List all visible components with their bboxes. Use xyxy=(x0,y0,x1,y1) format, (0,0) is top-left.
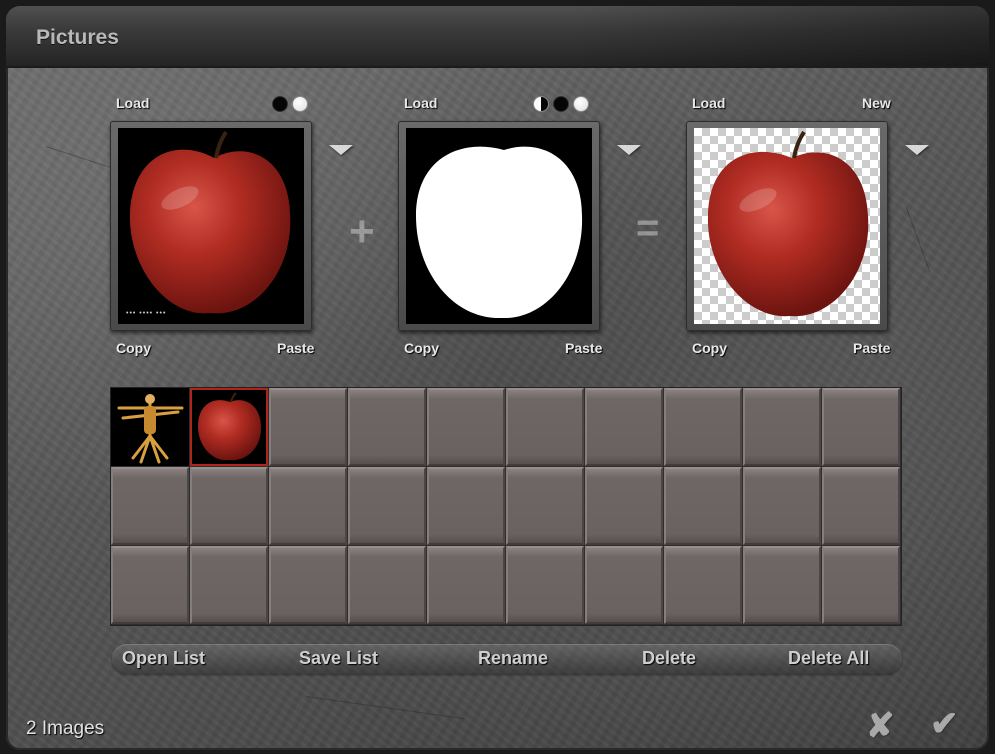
image-list-cell[interactable] xyxy=(427,546,505,624)
title-bar[interactable]: Pictures xyxy=(6,6,989,68)
image-slot-2[interactable] xyxy=(398,121,600,331)
image-list-cell[interactable] xyxy=(348,388,426,466)
slot2-image xyxy=(406,128,592,324)
window-title: Pictures xyxy=(36,26,119,49)
image-list-cell[interactable] xyxy=(506,388,584,466)
vitruvian-man-thumbnail xyxy=(117,394,184,464)
pictures-window: Pictures Load ••• •••• ••• Copy Paste + … xyxy=(6,6,989,750)
equals-icon: = xyxy=(636,206,660,250)
title-bar-shade xyxy=(569,6,989,66)
slot2-black-mode-icon[interactable] xyxy=(553,96,569,112)
image-list-cell[interactable] xyxy=(506,467,584,545)
slot3-image xyxy=(694,128,880,324)
image-list-cell[interactable] xyxy=(664,467,742,545)
image-list-cell[interactable] xyxy=(664,388,742,466)
image-list-cell[interactable] xyxy=(190,546,268,624)
slot1-load-button[interactable]: Load xyxy=(116,95,149,111)
slot2-half-mode-icon[interactable] xyxy=(533,96,549,112)
image-list-cell-1[interactable] xyxy=(111,388,189,466)
apple-mask-image xyxy=(416,146,583,319)
image-list-cell[interactable] xyxy=(269,546,347,624)
slot2-paste-button[interactable]: Paste xyxy=(565,340,602,356)
slot2-dropdown-arrow-icon[interactable] xyxy=(617,145,641,155)
image-slot-3[interactable] xyxy=(686,121,888,331)
slot1-dropdown-arrow-icon[interactable] xyxy=(329,145,353,155)
slot3-paste-button[interactable]: Paste xyxy=(853,340,890,356)
slot3-dropdown-arrow-icon[interactable] xyxy=(905,145,929,155)
image-list-cell[interactable] xyxy=(664,546,742,624)
image-list-grid xyxy=(110,387,902,626)
image-list-cell[interactable] xyxy=(585,388,663,466)
plus-icon: + xyxy=(349,207,375,256)
ok-checkmark-icon[interactable]: ✔ xyxy=(930,704,959,744)
image-list-cell[interactable] xyxy=(585,467,663,545)
slot2-copy-button[interactable]: Copy xyxy=(404,340,439,356)
image-list-cell[interactable] xyxy=(743,546,821,624)
delete-all-button[interactable]: Delete All xyxy=(788,648,869,669)
cancel-icon[interactable]: ✘ xyxy=(866,706,895,746)
save-list-button[interactable]: Save List xyxy=(299,648,378,669)
image-list-cell[interactable] xyxy=(822,546,900,624)
image-list-cell[interactable] xyxy=(111,546,189,624)
image-list-cell[interactable] xyxy=(427,467,505,545)
image-list-cell[interactable] xyxy=(822,388,900,466)
image-list-cell[interactable] xyxy=(585,546,663,624)
image-list-cell[interactable] xyxy=(743,388,821,466)
rename-button[interactable]: Rename xyxy=(478,648,548,669)
slot2-white-mode-icon[interactable] xyxy=(573,96,589,112)
texture-crack xyxy=(905,206,931,273)
slot1-image: ••• •••• ••• xyxy=(118,128,304,324)
delete-button[interactable]: Delete xyxy=(642,648,696,669)
image-list-cell[interactable] xyxy=(822,467,900,545)
slot1-black-mode-icon[interactable] xyxy=(272,96,288,112)
image-list-cell[interactable] xyxy=(269,388,347,466)
slot3-copy-button[interactable]: Copy xyxy=(692,340,727,356)
image-list-cell[interactable] xyxy=(190,467,268,545)
image-list-cell[interactable] xyxy=(348,546,426,624)
image-list-cell[interactable] xyxy=(743,467,821,545)
composited-apple-image xyxy=(707,130,869,317)
image-count-status: 2 Images xyxy=(26,718,105,739)
texture-crack xyxy=(305,696,465,720)
slot2-load-button[interactable]: Load xyxy=(404,95,437,111)
image-list-cell[interactable] xyxy=(506,546,584,624)
list-button-bar: Open List Save List Rename Delete Delete… xyxy=(112,644,902,674)
slot1-copy-button[interactable]: Copy xyxy=(116,340,151,356)
image-list-cell[interactable] xyxy=(348,467,426,545)
slot3-load-button[interactable]: Load xyxy=(692,95,725,111)
slot1-paste-button[interactable]: Paste xyxy=(277,340,314,356)
open-list-button[interactable]: Open List xyxy=(122,648,205,669)
image-slot-1[interactable]: ••• •••• ••• xyxy=(110,121,312,331)
image-list-cell[interactable] xyxy=(111,467,189,545)
image-list-cell[interactable] xyxy=(269,467,347,545)
slot3-new-button[interactable]: New xyxy=(862,95,891,111)
red-apple-image xyxy=(129,130,291,314)
slot1-white-mode-icon[interactable] xyxy=(292,96,308,112)
red-apple-thumbnail xyxy=(198,392,262,461)
image-list-cell-2[interactable] xyxy=(190,388,268,466)
slot1-caption: ••• •••• ••• xyxy=(126,310,167,317)
image-list-cell[interactable] xyxy=(427,388,505,466)
